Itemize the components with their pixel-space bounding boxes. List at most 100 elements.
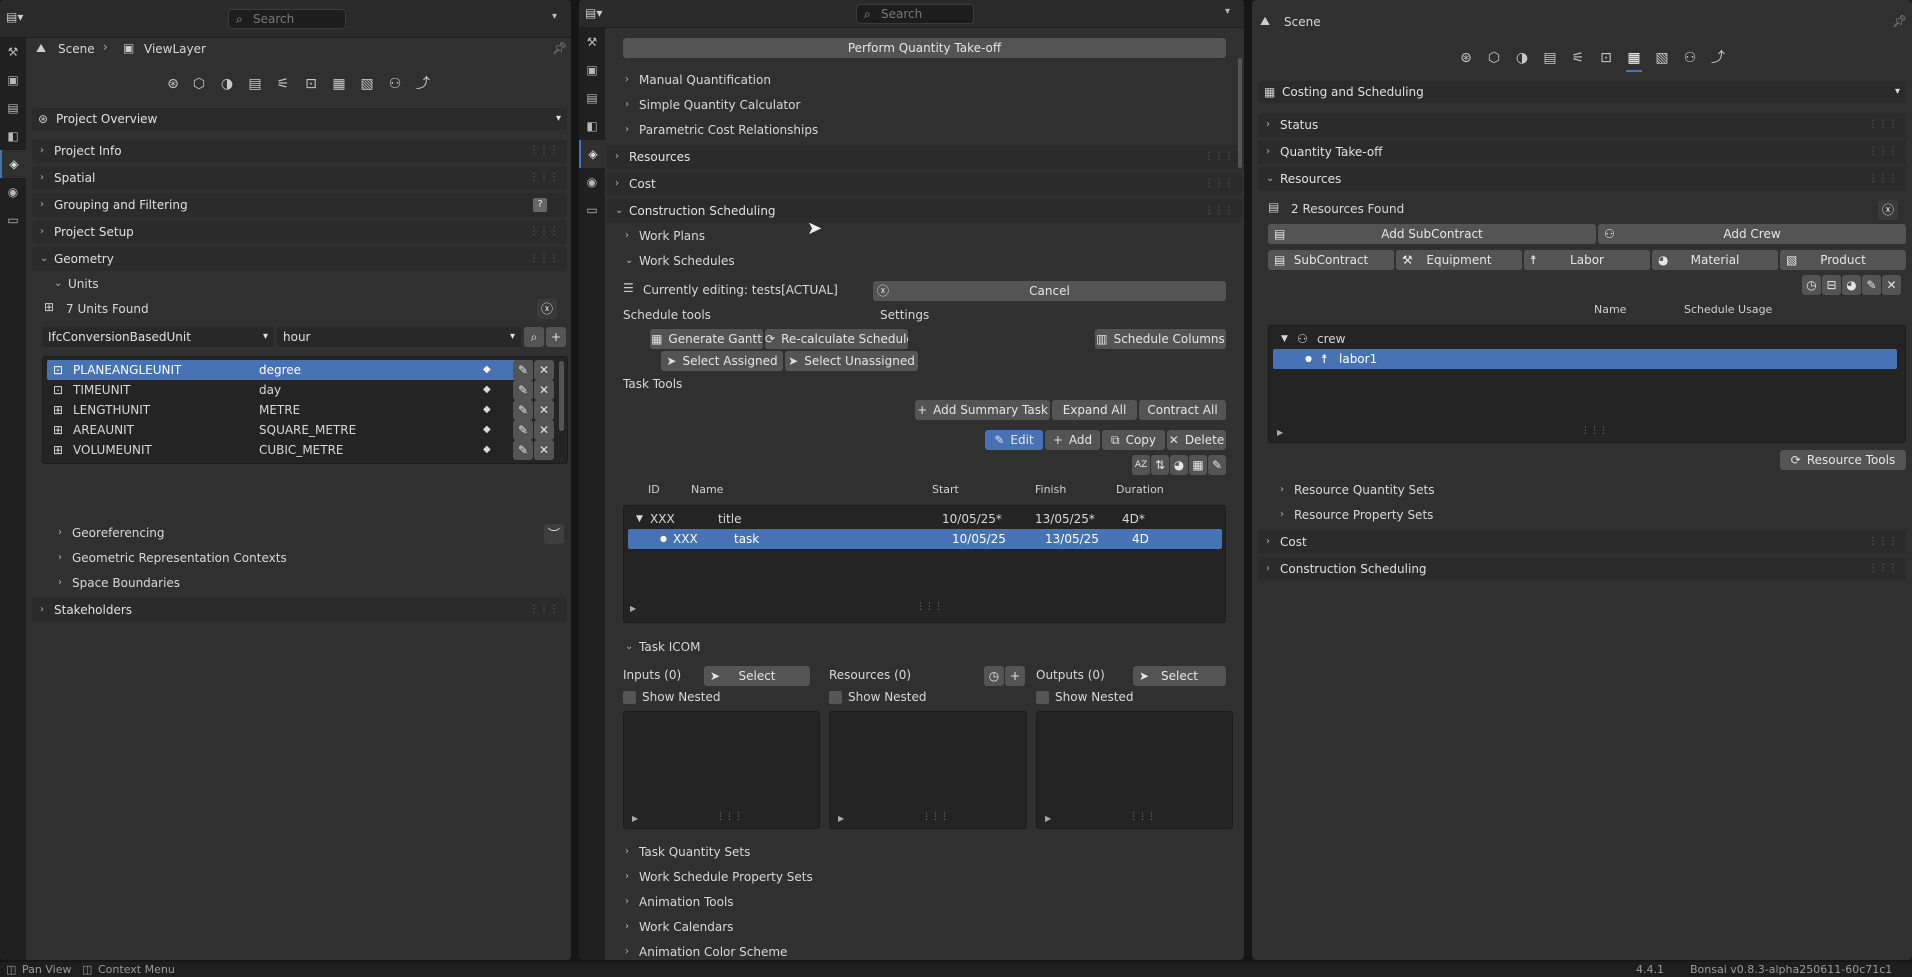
- subpanel-units[interactable]: ⌄ Units: [52, 273, 452, 295]
- search-unit-button[interactable]: ⌕: [524, 327, 544, 347]
- perform-qto-button[interactable]: Perform Quantity Take-off: [623, 38, 1226, 58]
- stakeholders-tab-icon[interactable]: ⚇: [1679, 48, 1701, 68]
- remove-unit-button[interactable]: ✕: [534, 380, 554, 400]
- drag-handle-icon[interactable]: ⋮⋮⋮: [529, 139, 559, 163]
- add-summary-task-button[interactable]: + Add Summary Task: [915, 400, 1050, 420]
- close-icon[interactable]: ✕: [1882, 275, 1901, 295]
- remove-unit-button[interactable]: ✕: [534, 440, 554, 460]
- list-scrollbar[interactable]: [559, 361, 564, 431]
- color-icon[interactable]: ◕: [1170, 455, 1188, 475]
- product-type-button[interactable]: ▧ Product: [1780, 250, 1906, 270]
- list-expand-icon[interactable]: ▶: [1045, 814, 1051, 823]
- close-resources-button[interactable]: ⓧ: [1878, 200, 1898, 220]
- subpanel-work-plans[interactable]: › Work Plans: [623, 225, 823, 247]
- subpanel-task-icom[interactable]: ⌄ Task ICOM: [623, 636, 823, 658]
- drag-handle-icon[interactable]: ⋮⋮⋮: [1868, 530, 1898, 554]
- close-units-button[interactable]: ⓧ: [537, 299, 557, 319]
- expand-all-button[interactable]: Expand All: [1052, 400, 1137, 420]
- list-resize-handle[interactable]: ⋮⋮⋮: [716, 812, 743, 822]
- output-tab-icon[interactable]: ▤: [579, 84, 605, 112]
- grid-icon[interactable]: ▦: [1189, 455, 1207, 475]
- quality-tab-icon[interactable]: ⤴: [1707, 48, 1729, 68]
- show-nested-outputs-checkbox[interactable]: [1036, 691, 1049, 704]
- subcontract-type-button[interactable]: ▤ SubContract: [1268, 250, 1394, 270]
- facility-tab-icon[interactable]: ▧: [356, 74, 378, 94]
- schedule-columns-button[interactable]: ▥ Schedule Columns: [1095, 329, 1226, 349]
- pin-icon[interactable]: 📌︎: [552, 41, 567, 55]
- panel-spatial[interactable]: › Spatial ⋮⋮⋮: [32, 166, 567, 190]
- subpanel-work-calendars[interactable]: › Work Calendars: [623, 916, 923, 938]
- show-nested-resources-checkbox[interactable]: [829, 691, 842, 704]
- copy-task-button[interactable]: ⧉ Copy: [1102, 430, 1165, 450]
- tool-tab-icon[interactable]: ⚒: [0, 38, 26, 66]
- list-resize-handle[interactable]: ⋮⋮⋮: [916, 602, 943, 612]
- generate-gantt-button[interactable]: ▦ Generate Gantt: [650, 329, 763, 349]
- view-layer-tab-icon[interactable]: ◧: [0, 122, 26, 150]
- panel-resources[interactable]: ⌄ Resources ⋮⋮⋮: [1258, 167, 1906, 191]
- list-expand-icon[interactable]: ▶: [630, 604, 636, 613]
- add-unit-button[interactable]: +: [546, 327, 566, 347]
- resource-row[interactable]: ▼ ⚇ crew: [1273, 329, 1901, 349]
- drag-handle-icon[interactable]: ⋮⋮⋮: [529, 166, 559, 190]
- pin-icon[interactable]: 📌︎: [1892, 14, 1907, 28]
- unit-type-select[interactable]: IfcConversionBasedUnit ▾: [42, 327, 274, 347]
- add-task-button[interactable]: + Add: [1045, 430, 1100, 450]
- options-dropdown-icon[interactable]: ▾: [552, 11, 557, 22]
- clock-icon[interactable]: ◷: [984, 666, 1004, 686]
- panel-geometry[interactable]: ⌄ Geometry ⋮⋮⋮: [32, 247, 567, 271]
- material-icon[interactable]: ◕: [1842, 275, 1861, 295]
- schedule-tab-icon[interactable]: ▦: [328, 74, 350, 94]
- panel-grouping[interactable]: › Grouping and Filtering?: [32, 193, 567, 217]
- subpanel-parametric-cost[interactable]: › Parametric Cost Relationships: [623, 119, 1023, 141]
- world-tab-icon[interactable]: ◉: [579, 168, 605, 196]
- contract-all-button[interactable]: Contract All: [1139, 400, 1226, 420]
- edit-unit-button[interactable]: ✎: [513, 360, 533, 380]
- subpanel-resource-property-sets[interactable]: › Resource Property Sets: [1278, 504, 1578, 526]
- list-resize-handle[interactable]: ⋮⋮⋮: [1581, 426, 1608, 436]
- tool-tab-icon[interactable]: ⚒: [579, 28, 605, 56]
- unit-row[interactable]: ⊡ PLANEANGLEUNIT degree ◆: [47, 360, 533, 380]
- project-overview-dropdown[interactable]: ⊛ Project Overview ▾: [32, 108, 567, 130]
- sort-az-icon[interactable]: AZ: [1132, 455, 1150, 475]
- task-row[interactable]: ● XXX task 10/05/25 13/05/25 4D: [628, 529, 1222, 549]
- recalculate-schedule-button[interactable]: ⟳ Re-calculate Schedule: [765, 329, 908, 349]
- edit-unit-button[interactable]: ✎: [513, 440, 533, 460]
- scene-tab-icon[interactable]: ◈: [0, 150, 26, 178]
- toggle-icon[interactable]: ⊟: [1822, 275, 1841, 295]
- panel-project-setup[interactable]: › Project Setup ⋮⋮⋮: [32, 220, 567, 244]
- subpanel-resource-quantity-sets[interactable]: › Resource Quantity Sets: [1278, 479, 1578, 501]
- structural-tab-icon[interactable]: ⊡: [1595, 48, 1617, 68]
- edit-unit-button[interactable]: ✎: [513, 400, 533, 420]
- panel-construction-scheduling[interactable]: › Construction Scheduling ⋮⋮⋮: [1258, 557, 1906, 581]
- pencil-icon[interactable]: ✎: [1862, 275, 1881, 295]
- subpanel-space-boundaries[interactable]: › Space Boundaries: [56, 572, 456, 594]
- middle-search-input[interactable]: ⌕ Search: [856, 4, 974, 24]
- services-tab-icon[interactable]: ⚟: [272, 74, 294, 94]
- task-row[interactable]: ▼ XXX title 10/05/25* 13/05/25* 4D*: [628, 509, 1222, 529]
- subpanel-work-schedules[interactable]: ⌄ Work Schedules: [623, 250, 823, 272]
- unit-name-select[interactable]: hour ▾: [277, 327, 521, 347]
- subpanel-georeferencing[interactable]: › Georeferencing: [56, 522, 456, 544]
- drag-handle-icon[interactable]: ⋮⋮⋮: [529, 598, 559, 622]
- bim-project-tab-icon[interactable]: ⊛: [1455, 48, 1477, 68]
- sort-icon[interactable]: ⇅: [1151, 455, 1169, 475]
- render-tab-icon[interactable]: ▣: [579, 56, 605, 84]
- cancel-button[interactable]: ⓧ Cancel: [873, 281, 1226, 301]
- schedule-tab-icon[interactable]: ▦: [1623, 48, 1645, 72]
- quality-tab-icon[interactable]: ⤴: [412, 74, 434, 94]
- subpanel-animation-tools[interactable]: › Animation Tools: [623, 891, 923, 913]
- unit-row[interactable]: ⊞ LENGTHUNIT METRE ◆: [47, 400, 533, 420]
- drag-handle-icon[interactable]: ⋮⋮⋮: [1868, 167, 1898, 191]
- panel-cost[interactable]: › Cost ⋮⋮⋮: [1258, 530, 1906, 554]
- panel-resources[interactable]: › Resources ⋮⋮⋮: [607, 145, 1242, 169]
- drag-handle-icon[interactable]: ⋮⋮⋮: [1868, 140, 1898, 164]
- drag-handle-icon[interactable]: ⋮⋮⋮: [1204, 145, 1234, 169]
- edit-unit-button[interactable]: ✎: [513, 420, 533, 440]
- costing-scheduling-dropdown[interactable]: ▦ Costing and Scheduling ▾: [1258, 81, 1906, 103]
- facility-tab-icon[interactable]: ▧: [1651, 48, 1673, 68]
- view-layer-tab-icon[interactable]: ◧: [579, 112, 605, 140]
- panel-status[interactable]: › Status ⋮⋮⋮: [1258, 113, 1906, 137]
- subpanel-animation-color[interactable]: › Animation Color Scheme: [623, 941, 923, 960]
- edit-unit-button[interactable]: ✎: [513, 380, 533, 400]
- scene-tab-icon[interactable]: ◈: [579, 140, 605, 168]
